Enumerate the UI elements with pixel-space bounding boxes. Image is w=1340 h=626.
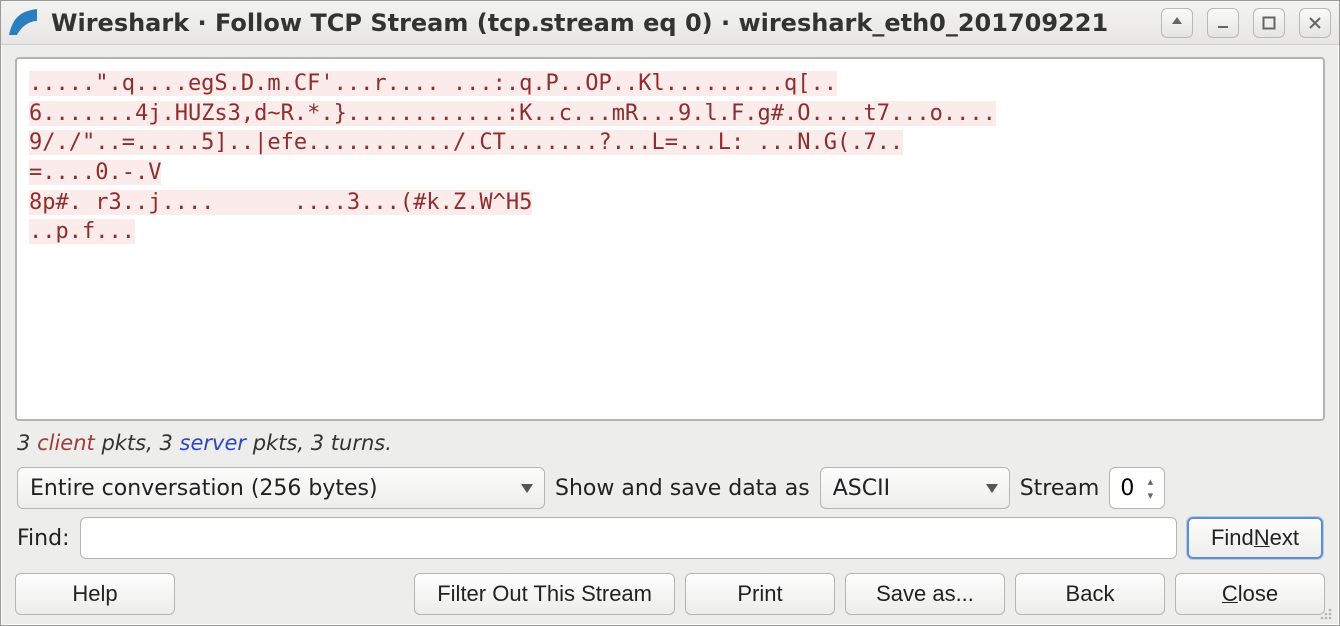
packet-stats: 3 client pkts, 3 server pkts, 3 turns. (15, 429, 1325, 459)
stream-line: 6.......4j.HUZs3,d~R.*.}............:K..… (29, 101, 996, 126)
conversation-combo[interactable]: Entire conversation (256 bytes) (17, 467, 545, 509)
find-next-button[interactable]: Find Next (1187, 517, 1323, 559)
server-pkts-count: 3 (159, 431, 172, 455)
find-label: Find: (17, 526, 70, 551)
always-on-top-button[interactable] (1161, 8, 1193, 38)
stream-label: Stream (1020, 476, 1100, 501)
save-as-button[interactable]: Save as... (845, 573, 1005, 615)
client-label: client (37, 431, 95, 455)
display-controls-row: Entire conversation (256 bytes) Show and… (15, 467, 1325, 509)
stream-line: 9/./"..=.....5]..|efe.........../.CT....… (29, 130, 903, 155)
wireshark-fin-icon (7, 5, 43, 41)
stream-line: ..p.f... (29, 219, 135, 244)
find-row: Find: Find Next (15, 517, 1325, 559)
stream-line: .....".q....egS.D.m.CF'...r.... ...:.q.P… (29, 71, 837, 96)
close-button[interactable]: Close (1175, 573, 1325, 615)
server-label: server (180, 431, 246, 455)
action-buttons-row: Help Filter Out This Stream Print Save a… (15, 567, 1325, 615)
spin-down-icon[interactable]: ▾ (1140, 488, 1160, 502)
find-input[interactable] (80, 517, 1177, 559)
conversation-selected: Entire conversation (256 bytes) (30, 476, 378, 501)
chevron-down-icon (983, 484, 1001, 493)
back-button[interactable]: Back (1015, 573, 1165, 615)
titlebar: Wireshark · Follow TCP Stream (tcp.strea… (1, 1, 1339, 45)
print-button[interactable]: Print (685, 573, 835, 615)
pkts-word: pkts, (253, 431, 304, 455)
stream-number-spin[interactable]: 0 ▴ ▾ (1109, 467, 1165, 509)
client-pkts-count: 3 (17, 431, 30, 455)
stream-value: 0 (1120, 476, 1134, 501)
format-selected: ASCII (833, 476, 890, 501)
pkts-word: pkts, (101, 431, 152, 455)
minimize-button[interactable] (1207, 8, 1239, 38)
stream-line: 8p#. r3..j.... ....3...(#k.Z.W^H5 (29, 190, 532, 215)
filter-out-stream-button[interactable]: Filter Out This Stream (414, 573, 675, 615)
follow-stream-window: Wireshark · Follow TCP Stream (tcp.strea… (0, 0, 1340, 626)
resize-grip-icon[interactable] (1316, 604, 1334, 622)
turns-label: 3 turns. (311, 431, 392, 455)
data-format-combo[interactable]: ASCII (820, 467, 1010, 509)
show-save-label: Show and save data as (555, 476, 810, 501)
chevron-down-icon (518, 484, 536, 493)
stream-content[interactable]: .....".q....egS.D.m.CF'...r.... ...:.q.P… (15, 57, 1325, 421)
client-area: .....".q....egS.D.m.CF'...r.... ...:.q.P… (1, 45, 1339, 625)
stream-line: =....0.-.V (29, 160, 161, 185)
maximize-button[interactable] (1253, 8, 1285, 38)
spin-up-icon[interactable]: ▴ (1140, 474, 1160, 488)
spin-buttons: ▴ ▾ (1140, 474, 1160, 502)
help-button[interactable]: Help (15, 573, 175, 615)
window-title: Wireshark · Follow TCP Stream (tcp.strea… (51, 9, 1147, 37)
close-window-button[interactable] (1299, 8, 1331, 38)
